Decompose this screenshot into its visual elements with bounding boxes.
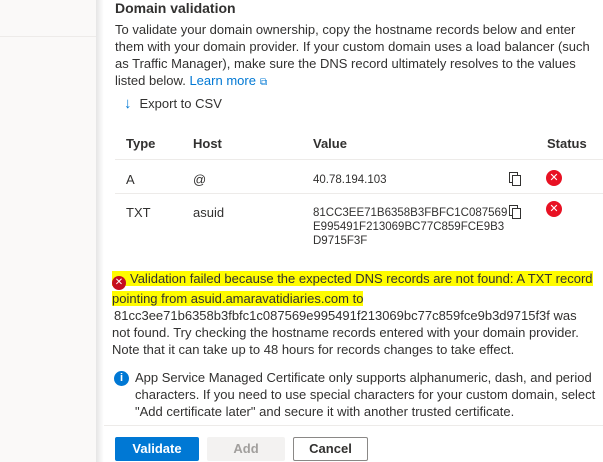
row-type: A bbox=[126, 172, 135, 187]
error-status-icon: ✕ bbox=[546, 201, 562, 217]
info-icon: i bbox=[114, 371, 129, 386]
error-detail-text: 81cc3ee71b6358b3fbfc1c087569e995491f2130… bbox=[112, 308, 579, 357]
error-icon: ✕ bbox=[112, 276, 126, 290]
copy-icon[interactable] bbox=[509, 205, 521, 219]
highlighted-error: ✕ Validation failed because the expected … bbox=[112, 271, 593, 306]
external-link-icon: ⧉ bbox=[259, 77, 268, 88]
column-header-type: Type bbox=[126, 136, 156, 151]
panel-description: To validate your domain ownership, copy … bbox=[115, 21, 595, 91]
row-host: @ bbox=[193, 172, 207, 187]
column-header-host: Host bbox=[193, 136, 222, 151]
value-line: D9715F3F bbox=[313, 235, 368, 247]
value-line: 81CC3EE71B6358B3FBFC1C087569 bbox=[313, 207, 508, 219]
panel-shadow bbox=[96, 0, 104, 462]
validate-button[interactable]: Validate bbox=[115, 437, 199, 461]
domain-validation-panel: Domain validation To validate your domai… bbox=[104, 0, 603, 462]
add-button[interactable]: Add bbox=[207, 437, 285, 461]
cancel-button[interactable]: Cancel bbox=[293, 437, 368, 461]
error-highlighted-text: Validation failed because the expected D… bbox=[112, 271, 593, 306]
row-host: asuid bbox=[193, 205, 225, 220]
export-csv-button[interactable]: ↓ Export to CSV bbox=[124, 96, 222, 111]
column-header-status: Status bbox=[547, 136, 587, 151]
error-status-icon: ✕ bbox=[546, 170, 562, 186]
row-divider bbox=[115, 193, 603, 194]
validation-error-message: ✕ Validation failed because the expected … bbox=[112, 270, 598, 358]
value-line: 40.78.194.103 bbox=[313, 174, 387, 186]
export-csv-label: Export to CSV bbox=[139, 96, 222, 111]
footer-divider bbox=[104, 425, 603, 426]
download-icon: ↓ bbox=[124, 95, 132, 112]
panel-title: Domain validation bbox=[115, 0, 236, 16]
row-type: TXT bbox=[126, 205, 151, 220]
value-line: E995491F213069BC77C859FCE9B3 bbox=[313, 221, 505, 233]
background-divider bbox=[0, 36, 96, 37]
info-text: App Service Managed Certificate only sup… bbox=[135, 370, 596, 419]
row-value: 81CC3EE71B6358B3FBFC1C087569 E995491F213… bbox=[313, 206, 507, 248]
header-divider bbox=[115, 159, 603, 160]
row-value: 40.78.194.103 bbox=[313, 173, 387, 187]
column-header-value: Value bbox=[313, 136, 347, 151]
learn-more-link[interactable]: Learn more ⧉ bbox=[189, 73, 267, 88]
description-text: To validate your domain ownership, copy … bbox=[115, 22, 590, 88]
background-blade bbox=[0, 0, 96, 462]
copy-icon[interactable] bbox=[509, 172, 521, 186]
learn-more-label: Learn more bbox=[189, 73, 256, 88]
certificate-info: i App Service Managed Certificate only s… bbox=[114, 369, 598, 420]
